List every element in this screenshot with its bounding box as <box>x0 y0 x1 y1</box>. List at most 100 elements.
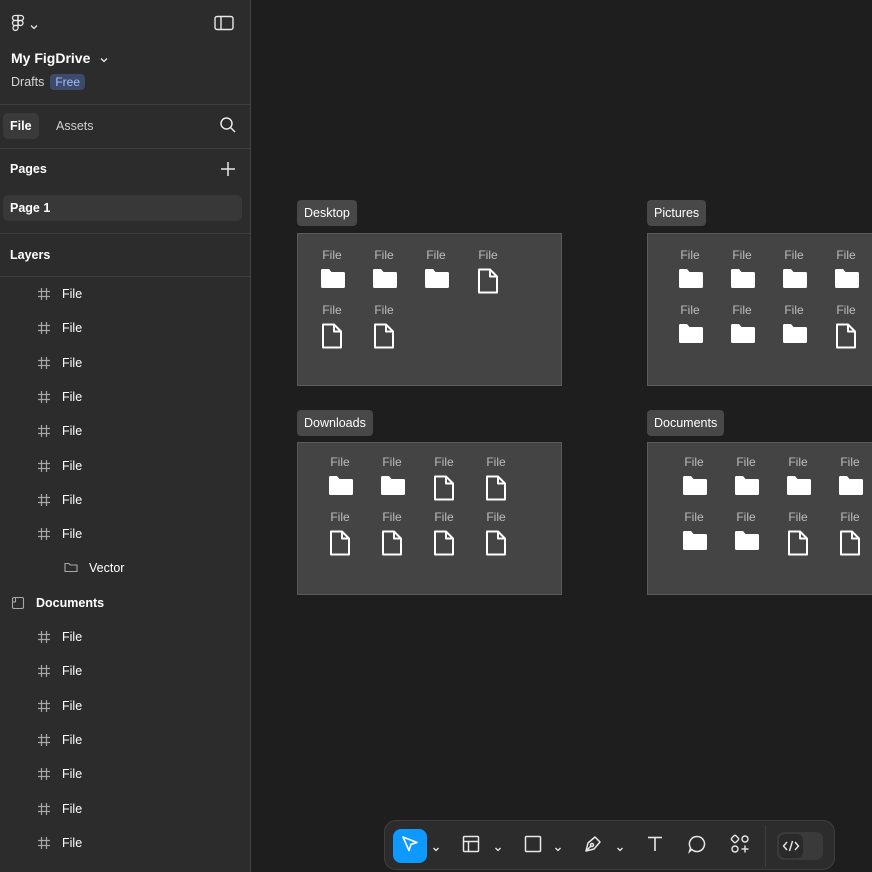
layer-item[interactable]: File <box>37 346 82 380</box>
item-label: File <box>434 510 454 524</box>
layer-item[interactable]: File <box>37 380 82 414</box>
main-menu-button[interactable] <box>10 14 38 37</box>
frame-icon <box>37 459 51 473</box>
folder-item[interactable]: File <box>312 248 352 298</box>
chevron-down-icon[interactable] <box>493 841 503 852</box>
folder-item[interactable]: File <box>722 303 762 353</box>
file-item[interactable]: File <box>424 455 464 505</box>
layer-item[interactable]: File <box>37 723 82 757</box>
page-item-page-1[interactable]: Page 1 <box>3 195 242 221</box>
frame-icon <box>37 493 51 507</box>
search-icon[interactable] <box>219 116 237 134</box>
frame-tool-button[interactable] <box>457 829 485 863</box>
tab-file[interactable]: File <box>3 113 39 139</box>
chevron-down-icon[interactable] <box>553 841 563 852</box>
pen-tool-button[interactable] <box>579 829 607 863</box>
file-item[interactable]: File <box>476 510 516 560</box>
file-item[interactable]: File <box>364 303 404 353</box>
file-item[interactable]: File <box>476 455 516 505</box>
file-item[interactable]: File <box>468 248 508 298</box>
folder-item[interactable]: File <box>722 248 762 298</box>
project-name: My FigDrive <box>11 50 91 66</box>
toggle-sidebar-icon[interactable] <box>214 15 234 31</box>
frame-label[interactable]: Documents <box>647 410 725 436</box>
item-label: File <box>330 510 350 524</box>
frame-container[interactable]: File File File File File File File File <box>647 233 872 386</box>
layer-item[interactable]: File <box>37 277 82 311</box>
move-tool-button[interactable] <box>393 829 427 863</box>
layer-label: File <box>62 389 83 404</box>
left-sidebar: My FigDrive Drafts Free File Assets Page… <box>0 0 251 872</box>
item-label: File <box>434 455 454 469</box>
folder-item[interactable]: File <box>726 510 766 560</box>
layer-item[interactable]: File <box>37 449 82 483</box>
layer-item[interactable]: File <box>37 517 82 551</box>
layer-item[interactable]: File <box>37 311 82 345</box>
folder-item[interactable]: File <box>372 455 412 505</box>
chevron-down-icon[interactable] <box>615 841 625 852</box>
item-label: File <box>680 248 700 262</box>
drafts-link[interactable]: Drafts <box>11 75 44 89</box>
folder-item[interactable]: File <box>670 303 710 353</box>
folder-item[interactable]: File <box>670 248 710 298</box>
folder-item[interactable]: File <box>674 510 714 560</box>
item-label: File <box>382 455 402 469</box>
file-item[interactable]: File <box>320 510 360 560</box>
layer-item[interactable]: File <box>37 414 82 448</box>
project-name-button[interactable]: My FigDrive <box>11 50 108 66</box>
dev-mode-toggle[interactable] <box>777 832 823 860</box>
text-tool-button[interactable] <box>641 829 669 863</box>
sidebar-tabs: File Assets <box>0 105 250 147</box>
frame-container[interactable]: File File File File File File File File <box>297 442 562 595</box>
item-label: File <box>374 303 394 317</box>
layer-item[interactable]: Documents <box>11 586 104 620</box>
file-item[interactable]: File <box>312 303 352 353</box>
layer-label: Vector <box>89 561 125 576</box>
layer-item[interactable]: File <box>37 654 82 688</box>
file-item[interactable]: File <box>372 510 412 560</box>
folder-item[interactable]: File <box>364 248 404 298</box>
item-label: File <box>322 248 342 262</box>
frame-container[interactable]: File File File File File File File File <box>647 442 872 595</box>
folder-item[interactable]: File <box>778 455 818 505</box>
folder-item[interactable]: File <box>320 455 360 505</box>
folder-item[interactable]: File <box>726 455 766 505</box>
folder-item[interactable]: File <box>826 248 866 298</box>
actions-tool-button[interactable] <box>726 829 754 863</box>
tab-assets[interactable]: Assets <box>49 113 101 139</box>
item-label: File <box>784 248 804 262</box>
frame-label[interactable]: Downloads <box>297 410 373 436</box>
chevron-down-icon[interactable] <box>431 841 441 852</box>
file-item[interactable]: File <box>424 510 464 560</box>
folder-item[interactable]: File <box>774 303 814 353</box>
folder-item[interactable]: File <box>674 455 714 505</box>
layer-item[interactable]: File <box>37 689 82 723</box>
layer-label: File <box>62 355 83 370</box>
layer-label: File <box>62 698 83 713</box>
shape-tool-button[interactable] <box>519 829 547 863</box>
folder-item[interactable]: File <box>416 248 456 298</box>
frame-container[interactable]: File File File File File File <box>297 233 562 386</box>
item-label: File <box>788 510 808 524</box>
layer-item[interactable]: File <box>37 483 82 517</box>
layer-item[interactable]: File <box>37 792 82 826</box>
layer-item[interactable]: File <box>37 757 82 791</box>
file-item[interactable]: File <box>830 510 870 560</box>
layer-label: File <box>62 664 83 679</box>
add-page-icon[interactable] <box>220 161 236 177</box>
frame-icon <box>37 699 51 713</box>
item-label: File <box>382 510 402 524</box>
frame-label[interactable]: Desktop <box>297 200 357 226</box>
canvas[interactable]: Desktop File File File File File File Pictures F… <box>252 0 872 872</box>
frame-icon <box>37 733 51 747</box>
comment-tool-button[interactable] <box>683 829 711 863</box>
frame-label[interactable]: Pictures <box>647 200 707 226</box>
file-item[interactable]: File <box>778 510 818 560</box>
file-item[interactable]: File <box>826 303 866 353</box>
folder-item[interactable]: File <box>830 455 870 505</box>
layer-item[interactable]: File <box>37 620 82 654</box>
layer-item[interactable]: File <box>37 826 82 860</box>
layer-item[interactable]: Vector <box>64 551 124 585</box>
folder-item[interactable]: File <box>774 248 814 298</box>
cursor-icon <box>400 834 420 859</box>
